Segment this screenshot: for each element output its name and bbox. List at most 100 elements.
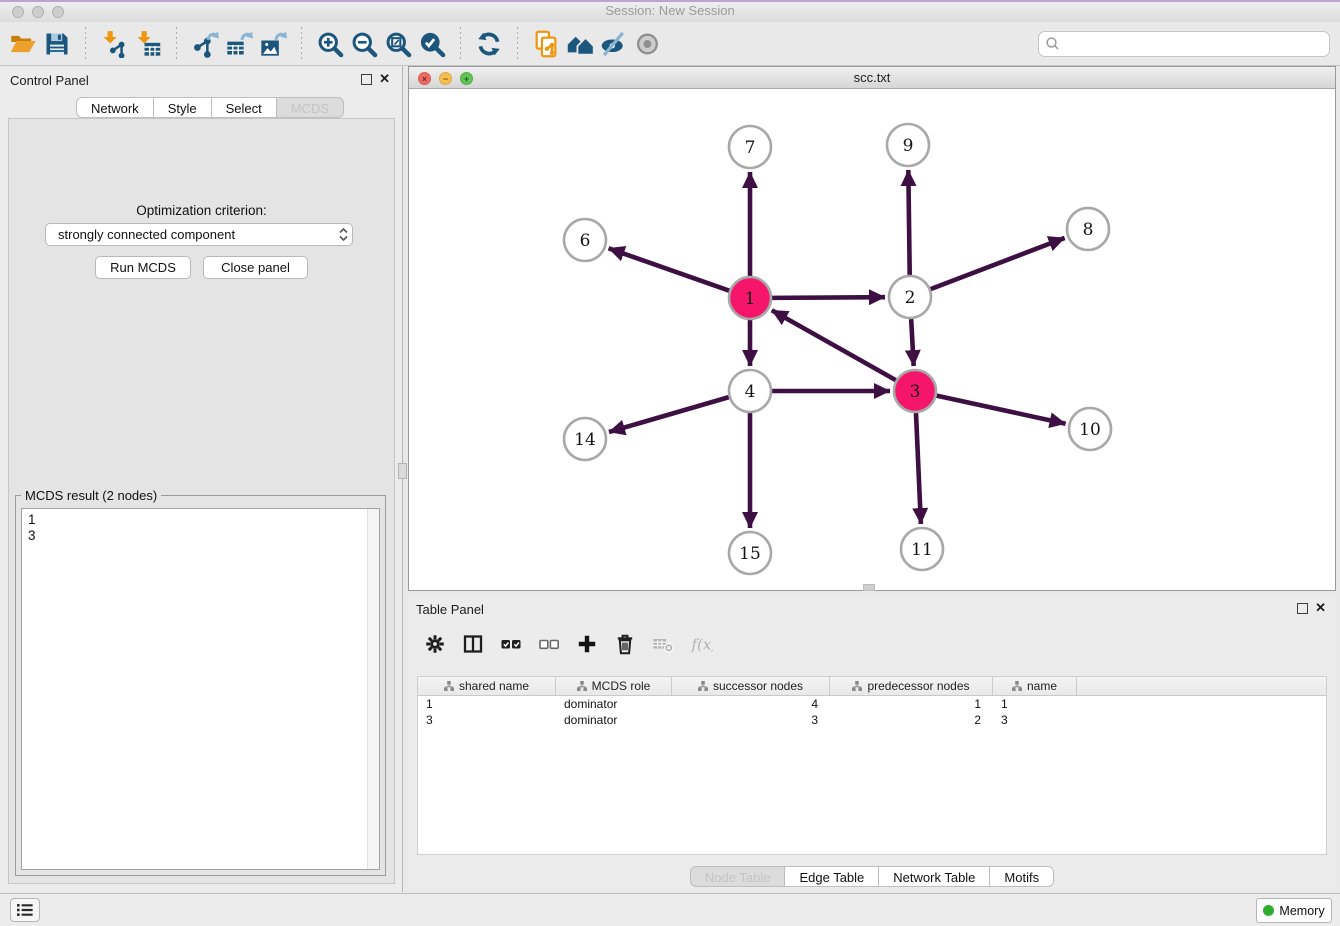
tab-select[interactable]: Select: [212, 97, 277, 118]
tab-motifs[interactable]: Motifs: [990, 866, 1054, 887]
tab-mcds[interactable]: MCDS: [277, 97, 344, 118]
tab-network-table[interactable]: Network Table: [879, 866, 990, 887]
control-panel-header: Control Panel ✕: [0, 66, 402, 94]
edge-2-8[interactable]: [931, 238, 1065, 289]
function-builder-icon[interactable]: f(x): [686, 629, 716, 659]
network-window-titlebar[interactable]: × − + scc.txt: [409, 67, 1335, 89]
network-splitter-handle[interactable]: [863, 584, 875, 591]
tab-style[interactable]: Style: [154, 97, 212, 118]
column-header-shared-name[interactable]: shared name: [418, 677, 556, 695]
node-7-label: 7: [745, 138, 756, 158]
edge-3-1[interactable]: [772, 310, 896, 380]
table-row[interactable]: 3dominator323: [418, 712, 1326, 728]
task-history-button[interactable]: [10, 898, 40, 922]
show-all-icon[interactable]: [631, 27, 665, 61]
add-column-icon[interactable]: [572, 629, 602, 659]
close-table-panel-icon[interactable]: ✕: [1315, 600, 1326, 616]
float-panel-icon[interactable]: [361, 74, 372, 85]
column-header-label: successor nodes: [713, 679, 803, 693]
toolbar-separator: [301, 27, 302, 61]
mcds-panel: Optimization criterion: strongly connect…: [8, 118, 395, 884]
edge-2-3[interactable]: [911, 319, 914, 366]
mcds-result-area[interactable]: 1 3: [21, 508, 380, 870]
refresh-network-icon[interactable]: [472, 27, 506, 61]
export-network-icon[interactable]: [188, 27, 222, 61]
table-cell[interactable]: dominator: [556, 712, 672, 728]
zoom-in-icon[interactable]: [313, 27, 347, 61]
network-window-title: scc.txt: [409, 70, 1335, 85]
search-input[interactable]: [1061, 36, 1329, 53]
network-home-icon[interactable]: [563, 27, 597, 61]
table-cell[interactable]: 4: [672, 696, 830, 712]
search-box[interactable]: [1038, 31, 1330, 57]
column-layout-icon[interactable]: [458, 629, 488, 659]
edge-3-11[interactable]: [916, 413, 921, 524]
column-type-icon: [852, 681, 862, 691]
column-type-icon: [698, 681, 708, 691]
float-table-panel-icon[interactable]: [1297, 603, 1308, 614]
save-session-icon[interactable]: [40, 27, 74, 61]
left-splitter-handle[interactable]: [398, 463, 407, 479]
export-image-icon[interactable]: [256, 27, 290, 61]
dropdown-stepper-icon: [334, 224, 352, 245]
column-header-successor-nodes[interactable]: successor nodes: [672, 677, 830, 695]
export-table-icon[interactable]: [222, 27, 256, 61]
column-header-name[interactable]: name: [993, 677, 1077, 695]
application-window: Session: New Session Control Panel ✕ Net…: [0, 0, 1340, 926]
table-panel-header: Table Panel ✕: [408, 596, 1336, 624]
run-mcds-button[interactable]: Run MCDS: [95, 256, 191, 279]
edge-2-9[interactable]: [908, 170, 909, 275]
deselect-all-icon[interactable]: [534, 629, 564, 659]
zoom-selected-icon[interactable]: [415, 27, 449, 61]
table-cell[interactable]: 1: [830, 696, 993, 712]
tab-edge-table[interactable]: Edge Table: [785, 866, 879, 887]
network-graph[interactable]: 1234678910111415: [409, 89, 1335, 590]
tab-node-table[interactable]: Node Table: [690, 866, 786, 887]
main-titlebar: Session: New Session: [0, 0, 1340, 23]
column-header-label: MCDS role: [592, 679, 651, 693]
close-panel-button[interactable]: Close panel: [203, 256, 308, 279]
table-cell[interactable]: 3: [672, 712, 830, 728]
table-tabs: Node TableEdge TableNetwork TableMotifs: [408, 866, 1336, 887]
node-table: shared name MCDS role successor nodes prede…: [417, 676, 1327, 855]
tab-network[interactable]: Network: [76, 97, 154, 118]
memory-button[interactable]: Memory: [1256, 898, 1332, 923]
column-header-label: predecessor nodes: [867, 679, 969, 693]
zoom-out-icon[interactable]: [347, 27, 381, 61]
mcds-result-group: MCDS result (2 nodes) 1 3: [15, 495, 386, 876]
criterion-dropdown[interactable]: strongly connected component: [45, 223, 353, 246]
select-all-icon[interactable]: [496, 629, 526, 659]
table-cell[interactable]: dominator: [556, 696, 672, 712]
import-table-icon[interactable]: [131, 27, 165, 61]
memory-label: Memory: [1279, 904, 1324, 918]
toolbar-separator: [460, 27, 461, 61]
table-cell[interactable]: 1: [418, 696, 556, 712]
delete-table-icon[interactable]: [648, 629, 678, 659]
table-cell[interactable]: 3: [993, 712, 1077, 728]
svg-text:f(x): f(x): [691, 636, 714, 654]
result-scrollbar[interactable]: [367, 509, 379, 869]
column-header-predecessor-nodes[interactable]: predecessor nodes: [830, 677, 993, 695]
edge-4-14[interactable]: [609, 397, 729, 432]
control-panel-tabs: NetworkStyleSelectMCDS: [76, 97, 344, 118]
table-cell[interactable]: 1: [993, 696, 1077, 712]
delete-column-icon[interactable]: [610, 629, 640, 659]
hide-selected-icon[interactable]: [597, 27, 631, 61]
edge-1-6[interactable]: [609, 248, 730, 290]
node-11-label: 11: [911, 540, 933, 560]
task-list-icon: [16, 902, 34, 918]
table-cell[interactable]: 2: [830, 712, 993, 728]
zoom-fit-icon[interactable]: [381, 27, 415, 61]
open-session-icon[interactable]: [6, 27, 40, 61]
table-panel-title: Table Panel: [416, 602, 484, 617]
table-settings-icon[interactable]: [420, 629, 450, 659]
table-row[interactable]: 1dominator411: [418, 696, 1326, 712]
table-cell[interactable]: 3: [418, 712, 556, 728]
import-network-icon[interactable]: [97, 27, 131, 61]
column-type-icon: [577, 681, 587, 691]
edge-1-2[interactable]: [772, 297, 885, 298]
new-network-from-file-icon[interactable]: [529, 27, 563, 61]
column-header-MCDS-role[interactable]: MCDS role: [556, 677, 672, 695]
close-panel-icon[interactable]: ✕: [379, 71, 390, 87]
edge-3-10[interactable]: [936, 396, 1065, 424]
